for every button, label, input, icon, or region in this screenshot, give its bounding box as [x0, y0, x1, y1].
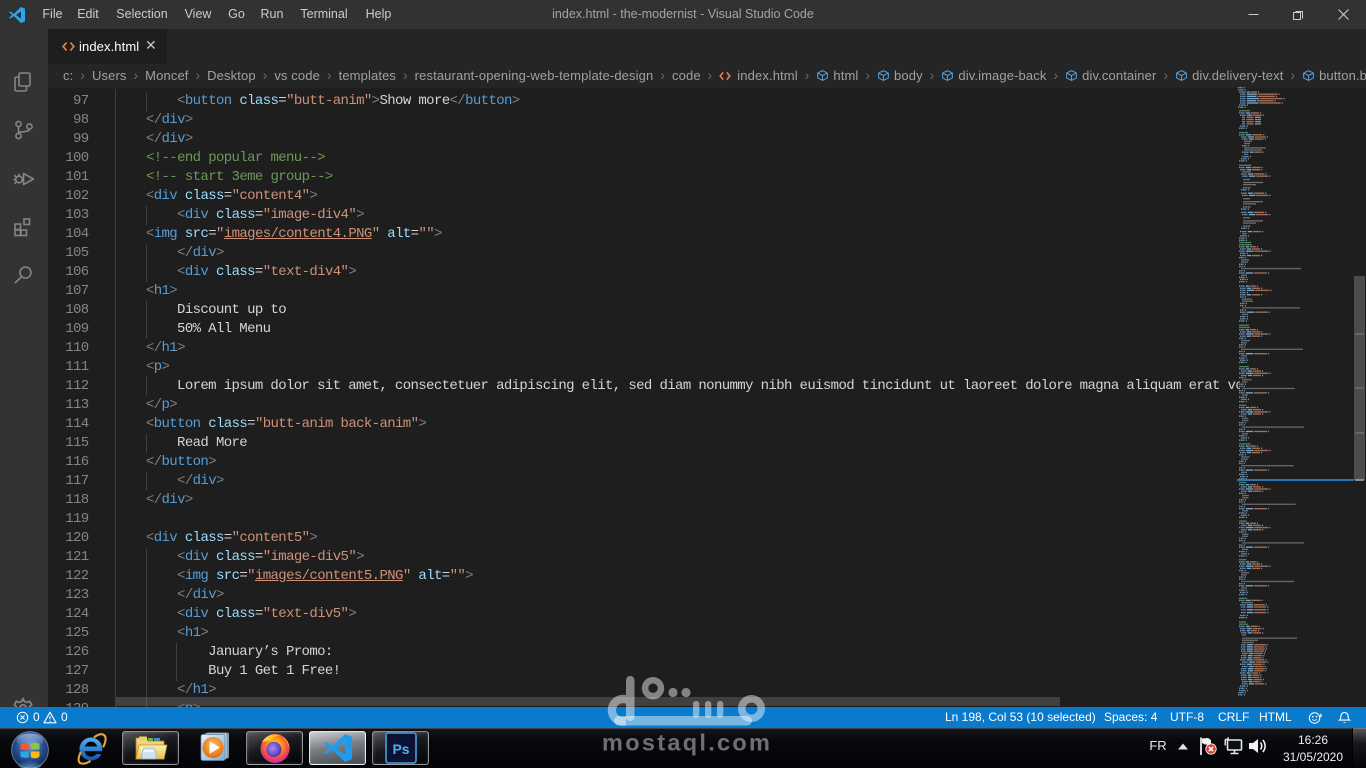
svg-text:Ps: Ps	[392, 741, 409, 757]
svg-text:mostaql.com: mostaql.com	[602, 730, 772, 756]
